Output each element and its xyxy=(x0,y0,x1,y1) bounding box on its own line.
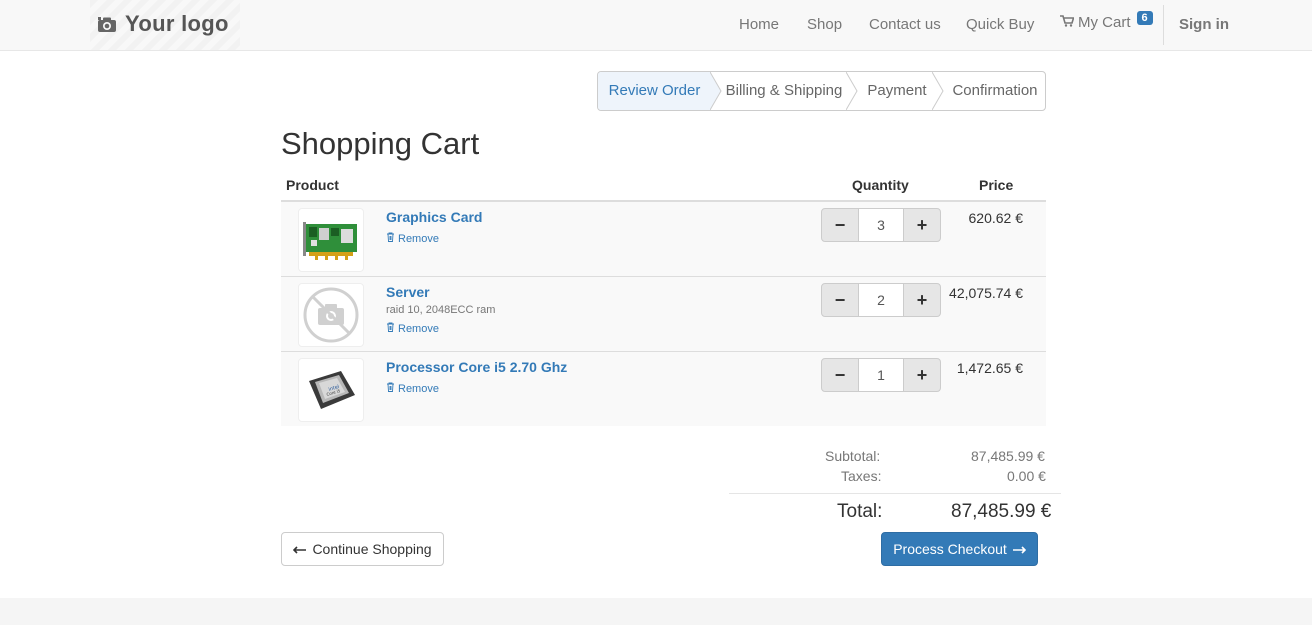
item-price: 620.62 € xyxy=(968,210,1024,226)
trash-icon xyxy=(386,382,395,395)
sign-in-link[interactable]: Sign in xyxy=(1179,16,1229,33)
header-product: Product xyxy=(286,177,339,193)
product-name-link[interactable]: Graphics Card xyxy=(386,209,482,225)
step-separator xyxy=(932,72,944,110)
step-review-order[interactable]: Review Order xyxy=(598,72,711,110)
remove-link[interactable]: Remove xyxy=(386,232,439,245)
continue-shopping-button[interactable]: Continue Shopping xyxy=(281,532,444,566)
no-image-placeholder[interactable] xyxy=(298,283,364,347)
shopping-cart-icon xyxy=(1060,14,1075,31)
camera-icon xyxy=(97,16,117,33)
quantity-increase-button[interactable]: + xyxy=(903,358,941,392)
process-checkout-label: Process Checkout xyxy=(893,541,1007,557)
header-quantity: Quantity xyxy=(852,177,909,193)
graphics-card-image[interactable] xyxy=(298,208,364,272)
nav-quick-buy[interactable]: Quick Buy xyxy=(966,16,1034,33)
processor-image[interactable]: intel Core i5 xyxy=(298,358,364,422)
cart-row: Server raid 10, 2048ECC ram Remove − 2 +… xyxy=(281,276,1046,351)
quantity-input[interactable]: 2 xyxy=(859,283,903,317)
remove-label: Remove xyxy=(398,382,439,395)
total-label: Total: xyxy=(837,501,883,522)
subtotal-value: 87,485.99 € xyxy=(971,448,1045,464)
logo-text: Your logo xyxy=(125,11,229,36)
item-price: 1,472.65 € xyxy=(956,360,1023,376)
footer xyxy=(0,598,1312,625)
quantity-decrease-button[interactable]: − xyxy=(821,283,859,317)
checkout-steps: Review Order Billing & Shipping Payment … xyxy=(597,71,1046,111)
nav-contact-us[interactable]: Contact us xyxy=(869,16,941,33)
item-price: 42,075.74 € xyxy=(949,285,1023,301)
quantity-stepper: − 3 + xyxy=(821,208,941,242)
nav-home[interactable]: Home xyxy=(739,16,779,33)
header-price: Price xyxy=(979,177,1014,193)
cart-row: intel Core i5 Processor Core i5 2.70 Ghz… xyxy=(281,351,1046,426)
quantity-stepper: − 1 + xyxy=(821,358,941,392)
trash-icon xyxy=(386,322,395,335)
quantity-increase-button[interactable]: + xyxy=(903,208,941,242)
remove-label: Remove xyxy=(398,232,439,245)
quantity-decrease-button[interactable]: − xyxy=(821,358,859,392)
nav-shop[interactable]: Shop xyxy=(807,16,842,33)
cart-row: Graphics Card Remove − 3 + 620.62 € xyxy=(281,201,1046,276)
step-confirmation[interactable]: Confirmation xyxy=(944,72,1045,110)
taxes-label: Taxes: xyxy=(841,468,882,484)
product-description: raid 10, 2048ECC ram xyxy=(386,304,496,316)
quantity-decrease-button[interactable]: − xyxy=(821,208,859,242)
taxes-value: 0.00 € xyxy=(1007,468,1046,484)
subtotal-label: Subtotal: xyxy=(825,448,881,464)
product-name-link[interactable]: Processor Core i5 2.70 Ghz xyxy=(386,359,567,375)
continue-shopping-label: Continue Shopping xyxy=(312,541,432,557)
cart-count-badge: 6 xyxy=(1136,10,1153,25)
step-billing-shipping[interactable]: Billing & Shipping xyxy=(722,72,846,110)
step-payment[interactable]: Payment xyxy=(858,72,936,110)
process-checkout-button[interactable]: Process Checkout xyxy=(881,532,1038,566)
quantity-input[interactable]: 1 xyxy=(859,358,903,392)
quantity-input[interactable]: 3 xyxy=(859,208,903,242)
remove-link[interactable]: Remove xyxy=(386,322,439,335)
arrow-left-icon xyxy=(293,541,307,557)
step-separator xyxy=(710,72,722,110)
step-separator xyxy=(846,72,858,110)
total-value: 87,485.99 € xyxy=(951,501,1052,522)
arrow-right-icon xyxy=(1012,541,1026,557)
my-cart-label: My Cart xyxy=(1078,14,1131,31)
page-title: Shopping Cart xyxy=(281,126,480,161)
quantity-increase-button[interactable]: + xyxy=(903,283,941,317)
nav-divider xyxy=(1163,5,1164,45)
product-name-link[interactable]: Server xyxy=(386,284,430,300)
trash-icon xyxy=(386,232,395,245)
quantity-stepper: − 2 + xyxy=(821,283,941,317)
logo-link[interactable]: Your logo xyxy=(97,11,229,37)
remove-link[interactable]: Remove xyxy=(386,382,439,395)
nav-my-cart[interactable]: My Cart 6 xyxy=(1060,10,1153,31)
remove-label: Remove xyxy=(398,322,439,335)
navbar: Your logo Home Shop Contact us Quick Buy… xyxy=(0,0,1312,51)
totals-divider xyxy=(729,493,1061,494)
